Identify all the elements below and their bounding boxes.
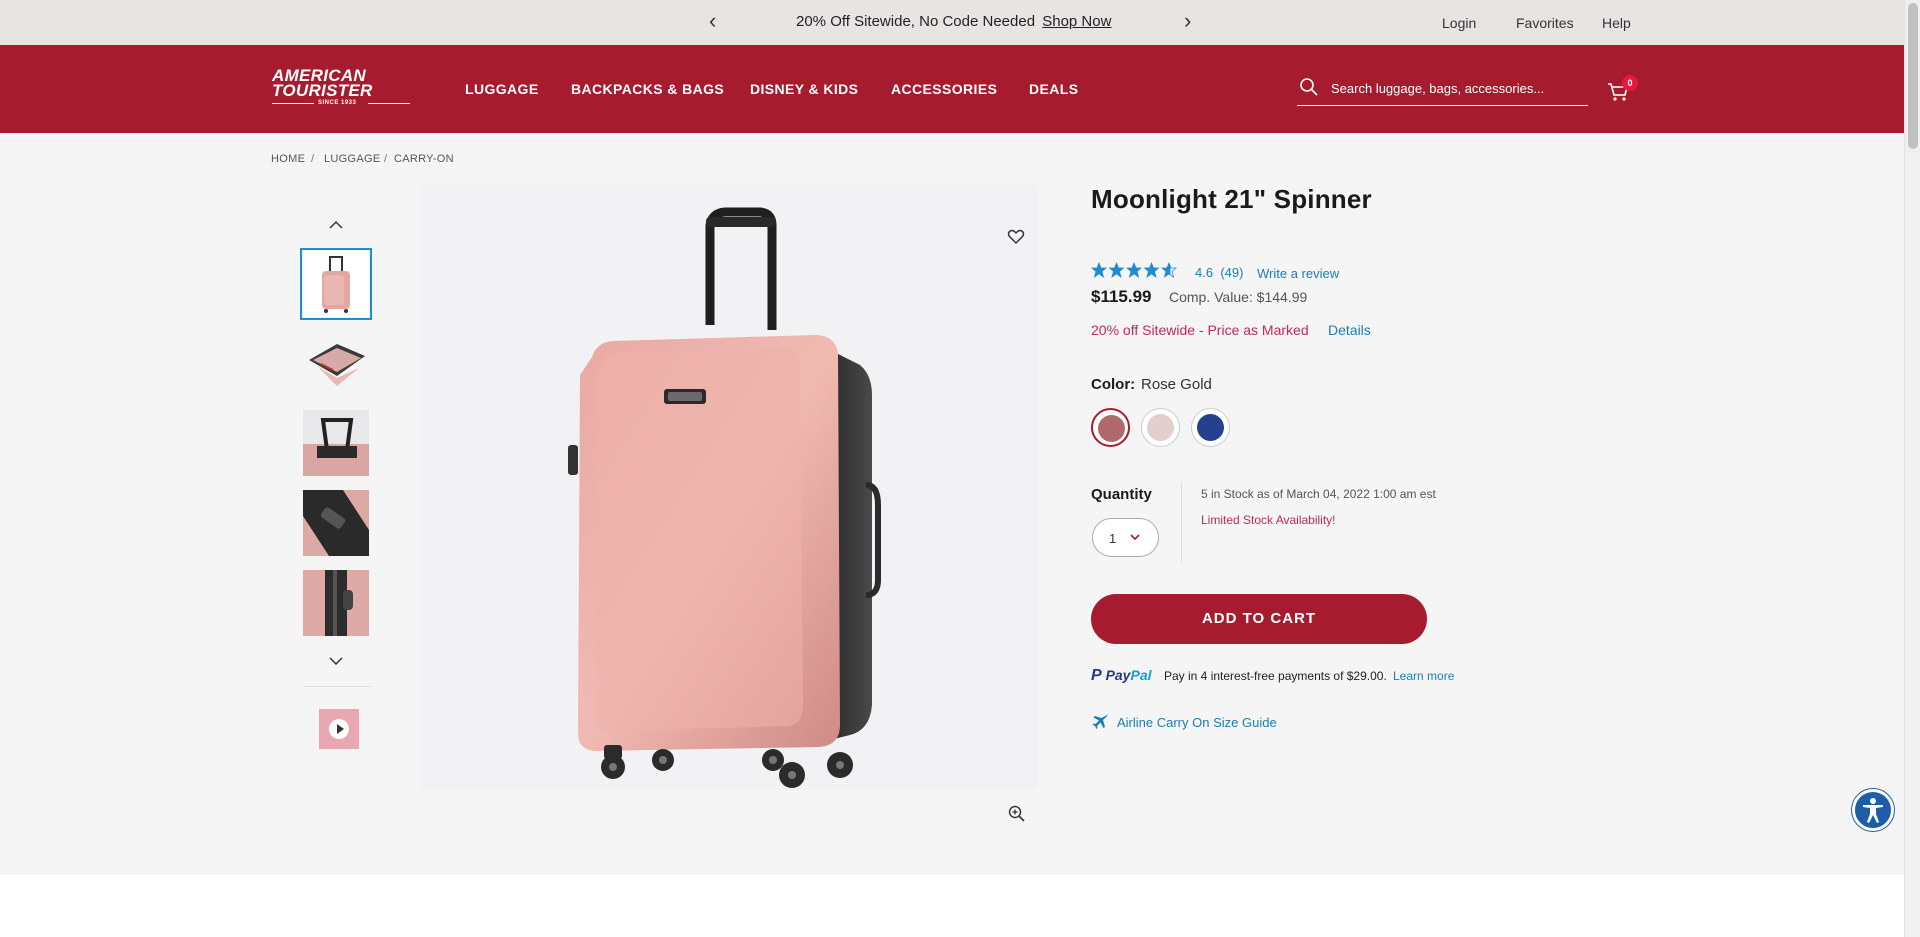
review-count: (49) (1220, 265, 1244, 280)
rating-stars (1091, 262, 1177, 278)
logo-rule-left (272, 103, 314, 104)
page-scrollbar[interactable] (1904, 0, 1920, 937)
star-icon (1160, 262, 1177, 278)
nav-deals[interactable]: DEALS (1029, 81, 1078, 97)
search-input[interactable] (1331, 81, 1581, 96)
thumbnail-zipper-detail-image (303, 570, 369, 636)
swatch-rose-marble[interactable] (1141, 408, 1180, 447)
thumbnail-2[interactable] (303, 330, 369, 396)
limited-stock-warning: Limited Stock Availability! (1201, 513, 1336, 527)
product-hero-image[interactable] (420, 185, 1038, 790)
promo-text: 20% Off Sitewide, No Code Needed (796, 13, 1036, 30)
favorites-link[interactable]: Favorites (1516, 15, 1574, 31)
accessibility-icon (1863, 798, 1883, 823)
rating-value: 4.6 (1195, 265, 1214, 280)
quantity-value: 1 (1109, 531, 1117, 546)
write-review-link[interactable]: Write a review (1257, 266, 1339, 281)
thumbnail-3[interactable] (303, 410, 369, 476)
promo-next-icon[interactable]: › (1184, 9, 1191, 33)
size-guide-link[interactable]: Airline Carry On Size Guide (1117, 715, 1277, 730)
breadcrumb-carry-on[interactable]: CARRY-ON (394, 153, 454, 165)
add-to-cart-button[interactable]: ADD TO CART (1091, 594, 1427, 644)
zoom-in-icon[interactable] (1008, 805, 1025, 822)
video-thumbnail[interactable] (319, 709, 359, 749)
swatch-fill (1197, 414, 1224, 441)
logo-rule-right (368, 103, 410, 104)
star-icon (1108, 262, 1125, 278)
thumbnail-1[interactable] (300, 248, 372, 320)
thumbnails-up-chevron-icon[interactable] (327, 219, 345, 231)
comp-value: Comp. Value: $144.99 (1169, 289, 1308, 305)
search-bar (1297, 76, 1588, 106)
color-value: Rose Gold (1141, 376, 1212, 393)
thumbnail-4[interactable] (303, 490, 369, 556)
thumbnails-down-chevron-icon[interactable] (327, 655, 345, 667)
breadcrumb-home[interactable]: HOME (271, 153, 305, 165)
cart-button[interactable]: 0 (1606, 75, 1638, 110)
airplane-icon (1092, 714, 1108, 729)
quantity-select[interactable]: 1 (1092, 518, 1159, 557)
scrollbar-thumb[interactable] (1908, 3, 1918, 149)
star-icon (1091, 262, 1108, 278)
promo-bar: ‹ 20% Off Sitewide, No Code Needed Shop … (0, 0, 1904, 45)
login-link[interactable]: Login (1442, 15, 1476, 31)
nav-luggage[interactable]: LUGGAGE (465, 81, 539, 97)
breadcrumb-luggage[interactable]: LUGGAGE (324, 153, 381, 165)
paypal-logo-pay: Pay (1105, 667, 1131, 683)
color-label: Color: (1091, 376, 1136, 393)
paypal-logo-pal: Pal (1130, 667, 1152, 683)
thumbnail-divider (303, 686, 371, 687)
swatch-fill (1147, 414, 1174, 441)
paypal-installments-text: Pay in 4 interest-free payments of $29.0… (1164, 669, 1387, 683)
quantity-divider (1181, 482, 1182, 562)
logo-line-2: TOURISTER (272, 81, 373, 100)
brand-logo[interactable]: AMERICAN TOURISTER SINCE 1933 (272, 67, 410, 111)
star-icon (1125, 262, 1143, 278)
quantity-label: Quantity (1091, 486, 1152, 503)
swatch-galaxy-blue[interactable] (1191, 408, 1230, 447)
paypal-p-icon: P (1091, 667, 1102, 684)
breadcrumb-separator: / (311, 153, 315, 165)
thumbnail-trolley-detail-image (303, 490, 369, 556)
cart-count-badge: 0 (1622, 75, 1638, 91)
thumbnail-handle-detail-image (303, 410, 369, 476)
promo-prev-icon[interactable]: ‹ (709, 9, 716, 33)
product-main: HOME / LUGGAGE / CARRY-ON Moonlight 21" … (0, 133, 1904, 875)
site-header: AMERICAN TOURISTER SINCE 1933 LUGGAGE BA… (0, 45, 1904, 133)
chevron-down-icon (1130, 534, 1140, 541)
play-icon (329, 719, 349, 739)
promo-shop-now-link[interactable]: Shop Now (1042, 13, 1111, 30)
nav-accessories[interactable]: ACCESSORIES (891, 81, 997, 97)
suitcase-main-image (420, 185, 1038, 790)
breadcrumb-separator: / (384, 153, 388, 165)
help-link[interactable]: Help (1602, 15, 1631, 31)
paypal-learn-more-link[interactable]: Learn more (1393, 669, 1454, 683)
nav-backpacks-bags[interactable]: BACKPACKS & BAGS (571, 81, 724, 97)
swatch-rose-gold[interactable] (1091, 408, 1130, 447)
accessibility-widget-button[interactable] (1852, 789, 1894, 831)
promo-details-link[interactable]: Details (1328, 322, 1371, 338)
search-icon[interactable] (1299, 77, 1319, 97)
paypal-logo: P PayPal (1091, 667, 1152, 685)
promo-price-text: 20% off Sitewide - Price as Marked (1091, 322, 1309, 338)
rating-summary[interactable]: 4.6 (49) (1195, 265, 1243, 280)
thumbnail-suitcase-open-image (303, 330, 369, 396)
product-title: Moonlight 21" Spinner (1091, 184, 1372, 214)
product-price: $115.99 (1091, 287, 1152, 306)
thumbnail-5[interactable] (303, 570, 369, 636)
logo-since: SINCE 1933 (318, 100, 357, 106)
nav-disney-kids[interactable]: DISNEY & KIDS (750, 81, 858, 97)
heart-icon[interactable] (1007, 229, 1025, 245)
below-fold-section (0, 875, 1904, 937)
stock-status: 5 in Stock as of March 04, 2022 1:00 am … (1201, 487, 1436, 501)
star-icon (1143, 262, 1160, 278)
promo-message: 20% Off Sitewide, No Code Needed Shop No… (796, 13, 1111, 30)
swatch-fill (1098, 415, 1125, 442)
thumbnail-suitcase-front-image (303, 251, 369, 317)
